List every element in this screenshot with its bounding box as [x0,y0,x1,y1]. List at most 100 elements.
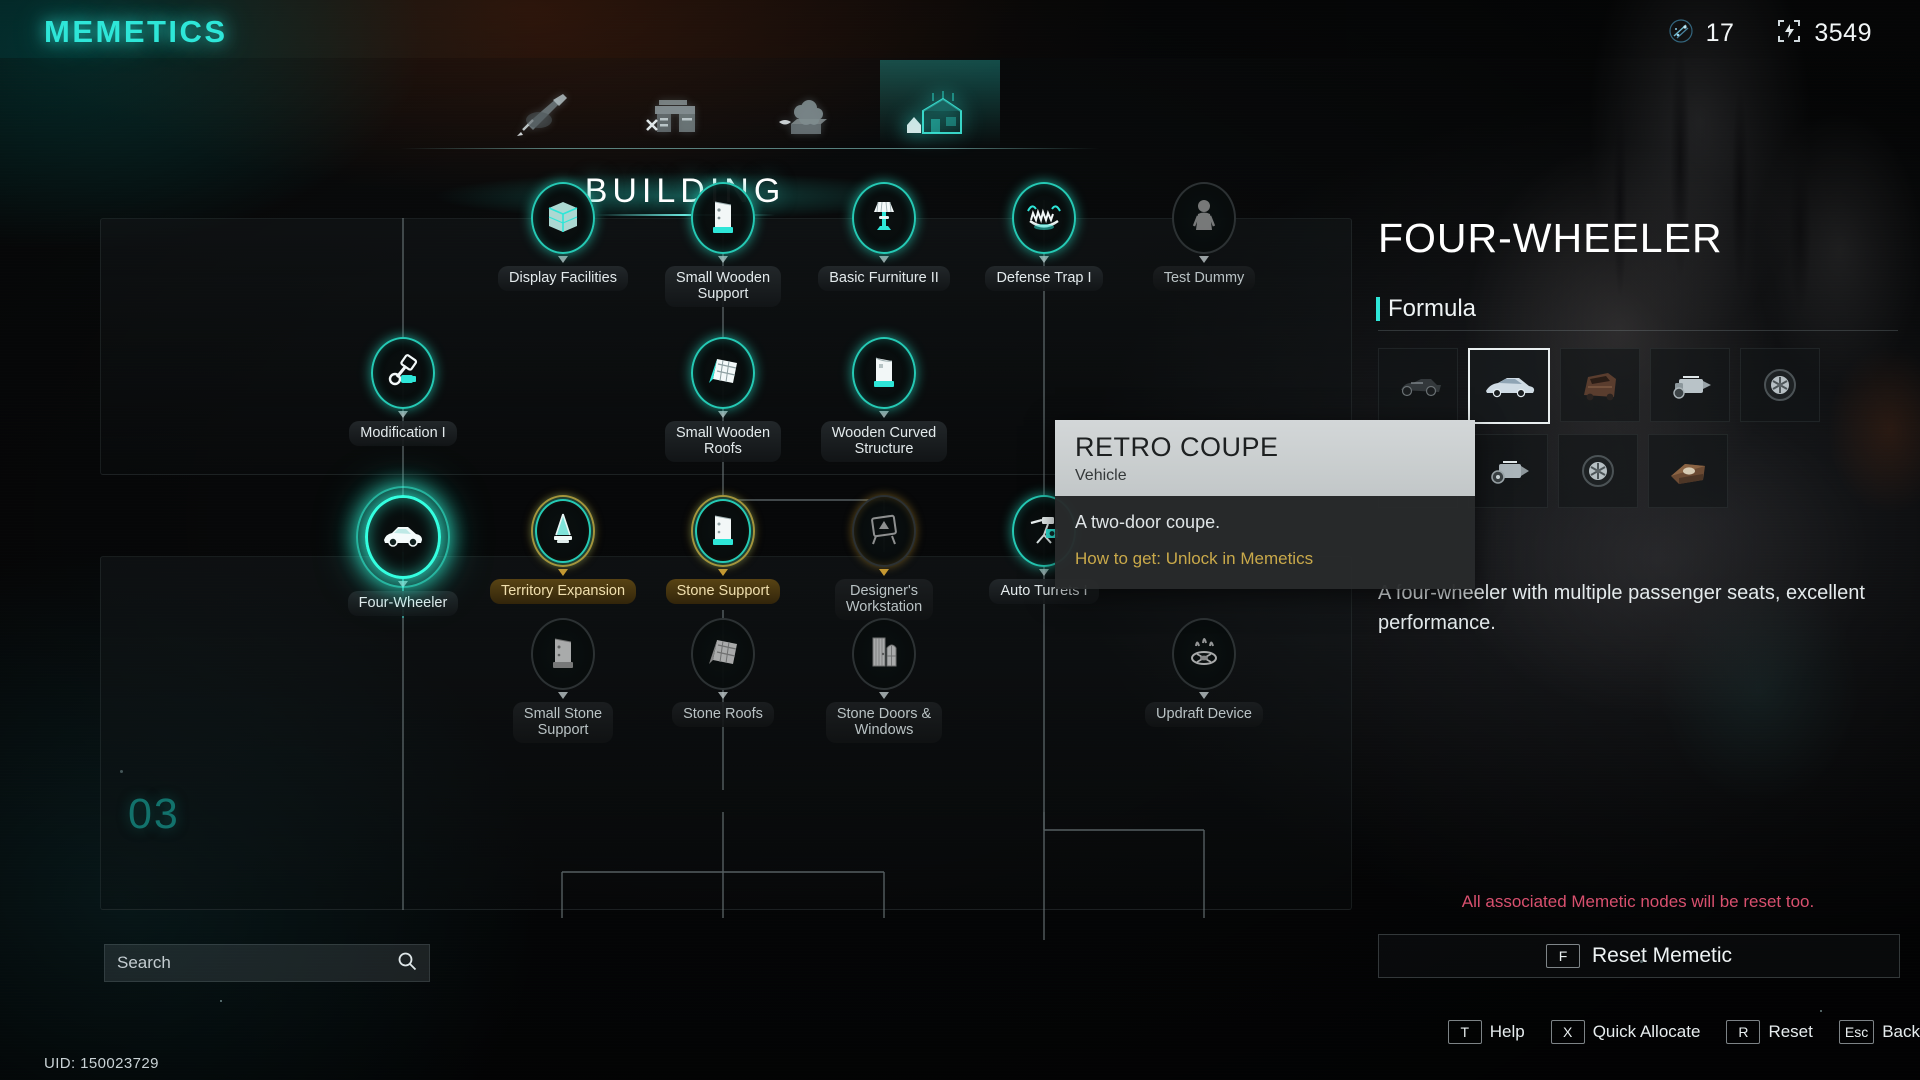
node-pin [1039,256,1049,263]
formula-slot-engine-block[interactable] [1650,348,1730,422]
node-label: Four-Wheeler [347,591,459,616]
tooltip-header: RETRO COUPE Vehicle [1055,420,1475,496]
roof-icon [703,351,743,396]
engine-block-icon [1673,376,1711,399]
node-label: Stone Doors & Windows [825,702,943,743]
node-stone-doors-windows[interactable]: Stone Doors & Windows [809,618,959,743]
workbench-icon [646,100,695,132]
item-tooltip: RETRO COUPE Vehicle A two-door coupe. Ho… [1055,420,1475,589]
wheel-alt-icon [1582,455,1614,487]
node-pin [558,692,568,699]
node-wooden-curved-structure[interactable]: Wooden Curved Structure [809,337,959,462]
dummy-icon [1187,196,1221,241]
retro-coupe-icon [1486,378,1535,398]
node-modification-i[interactable]: Modification I [328,337,478,446]
node-stone-support[interactable]: Stone Support [648,495,798,604]
node-territory-expansion[interactable]: Territory Expansion [488,495,638,604]
rusty-car-body-icon [1584,373,1616,401]
tooltip-how-to-get: How to get: Unlock in Memetics [1075,549,1314,568]
curved-wall-icon [865,351,903,396]
key: T [1447,1020,1482,1044]
node-label: Stone Roofs [672,702,774,727]
piston-icon [383,351,423,396]
node-test-dummy[interactable]: Test Dummy [1129,182,1279,291]
formula-slot-retro-coupe[interactable] [1468,348,1550,424]
formula-slot-wheel[interactable] [1740,348,1820,422]
key: R [1726,1020,1761,1044]
node-small-wooden-roofs[interactable]: Small Wooden Roofs [648,337,798,462]
node-ring [852,495,916,567]
node-small-stone-support[interactable]: Small Stone Support [488,618,638,743]
node-updraft-device[interactable]: Updraft Device [1129,618,1279,727]
category-tab-weapons[interactable] [480,82,610,148]
keybind-label: Help [1489,1022,1525,1041]
category-tab-crafting[interactable] [610,82,740,148]
formula-accent-bar [1376,297,1380,321]
node-basic-furniture-ii[interactable]: Basic Furniture II [809,182,959,291]
key: X [1550,1020,1585,1044]
formula-header: Formula [1376,295,1476,323]
keybind-reset[interactable]: R Reset [1726,1020,1813,1044]
detail-title: FOUR-WHEELER [1378,215,1723,261]
category-tabs [480,82,1000,148]
formula-slot-wheel-alt[interactable] [1558,434,1638,508]
keybind-back[interactable]: Esc Back [1838,1020,1920,1044]
node-ring [531,495,595,567]
reset-warning: All associated Memetic nodes will be res… [1461,892,1815,911]
search-placeholder: Search [117,953,171,972]
node-stone-roofs[interactable]: Stone Roofs [648,618,798,727]
node-label: Designer's Workstation [834,579,934,620]
node-ring [531,618,595,690]
house-icon [907,91,962,134]
node-pin [718,256,728,263]
node-pin [1199,256,1209,263]
keybind-label: Reset [1768,1022,1813,1041]
node-four-wheeler[interactable]: Four-Wheeler [328,486,478,616]
engine-part-icon [1491,461,1529,484]
plant-icon [779,100,827,134]
formula-slot-metal-crate-alt[interactable] [1648,434,1728,508]
tooltip-subtitle: Vehicle [1075,467,1127,484]
node-ring [1172,618,1236,690]
node-label: Small Wooden Support [664,266,782,307]
tier-panel-03 [100,556,1352,910]
node-label: Test Dummy [1152,266,1256,291]
wooden-pillar-icon [704,196,742,241]
node-ring [356,486,450,588]
node-label: Modification I [349,421,457,446]
tooltip-body: A two-door coupe. How to get: Unlock in … [1055,496,1475,589]
design-table-icon [864,509,904,554]
formula-label: Formula [1388,295,1477,322]
node-ring [852,618,916,690]
node-pin [718,692,728,699]
tab-divider [400,148,1100,149]
search-icon[interactable] [397,951,417,976]
bear-trap-icon [1024,197,1064,240]
node-ring [691,337,755,409]
keybind-help[interactable]: T Help [1447,1020,1525,1044]
key: Esc [1838,1020,1875,1044]
formula-slot-engine-part[interactable] [1468,434,1548,508]
node-ring [531,182,595,254]
node-defense-trap-i[interactable]: Defense Trap I [969,182,1119,291]
formula-slot-rusty-car-body[interactable] [1560,348,1640,422]
node-pin [879,692,889,699]
node-display-facilities[interactable]: Display Facilities [488,182,638,291]
formula-slot-buggy-frame[interactable] [1378,348,1458,422]
node-label: Basic Furniture II [818,266,950,291]
search-input[interactable]: Search [104,944,430,982]
stone-support-icon [544,632,582,677]
node-label: Small Stone Support [512,702,614,743]
lamp-icon [865,196,903,241]
keybind-quick-allocate[interactable]: X Quick Allocate [1550,1020,1700,1044]
keybind-bar: T Help X Quick Allocate R Reset Esc Back [1370,1020,1920,1044]
node-small-wooden-support[interactable]: Small Wooden Support [648,182,798,307]
node-label: Stone Support [665,579,781,604]
category-tab-survival[interactable] [740,82,870,148]
buggy-frame-icon [1401,379,1441,397]
node-designers-workstation[interactable]: Designer's Workstation [809,495,959,620]
formula-divider [1378,330,1898,331]
category-tab-building[interactable] [870,82,1000,148]
node-label: Display Facilities [498,266,628,291]
reset-memetic-button[interactable]: F Reset Memetic [1378,934,1900,978]
